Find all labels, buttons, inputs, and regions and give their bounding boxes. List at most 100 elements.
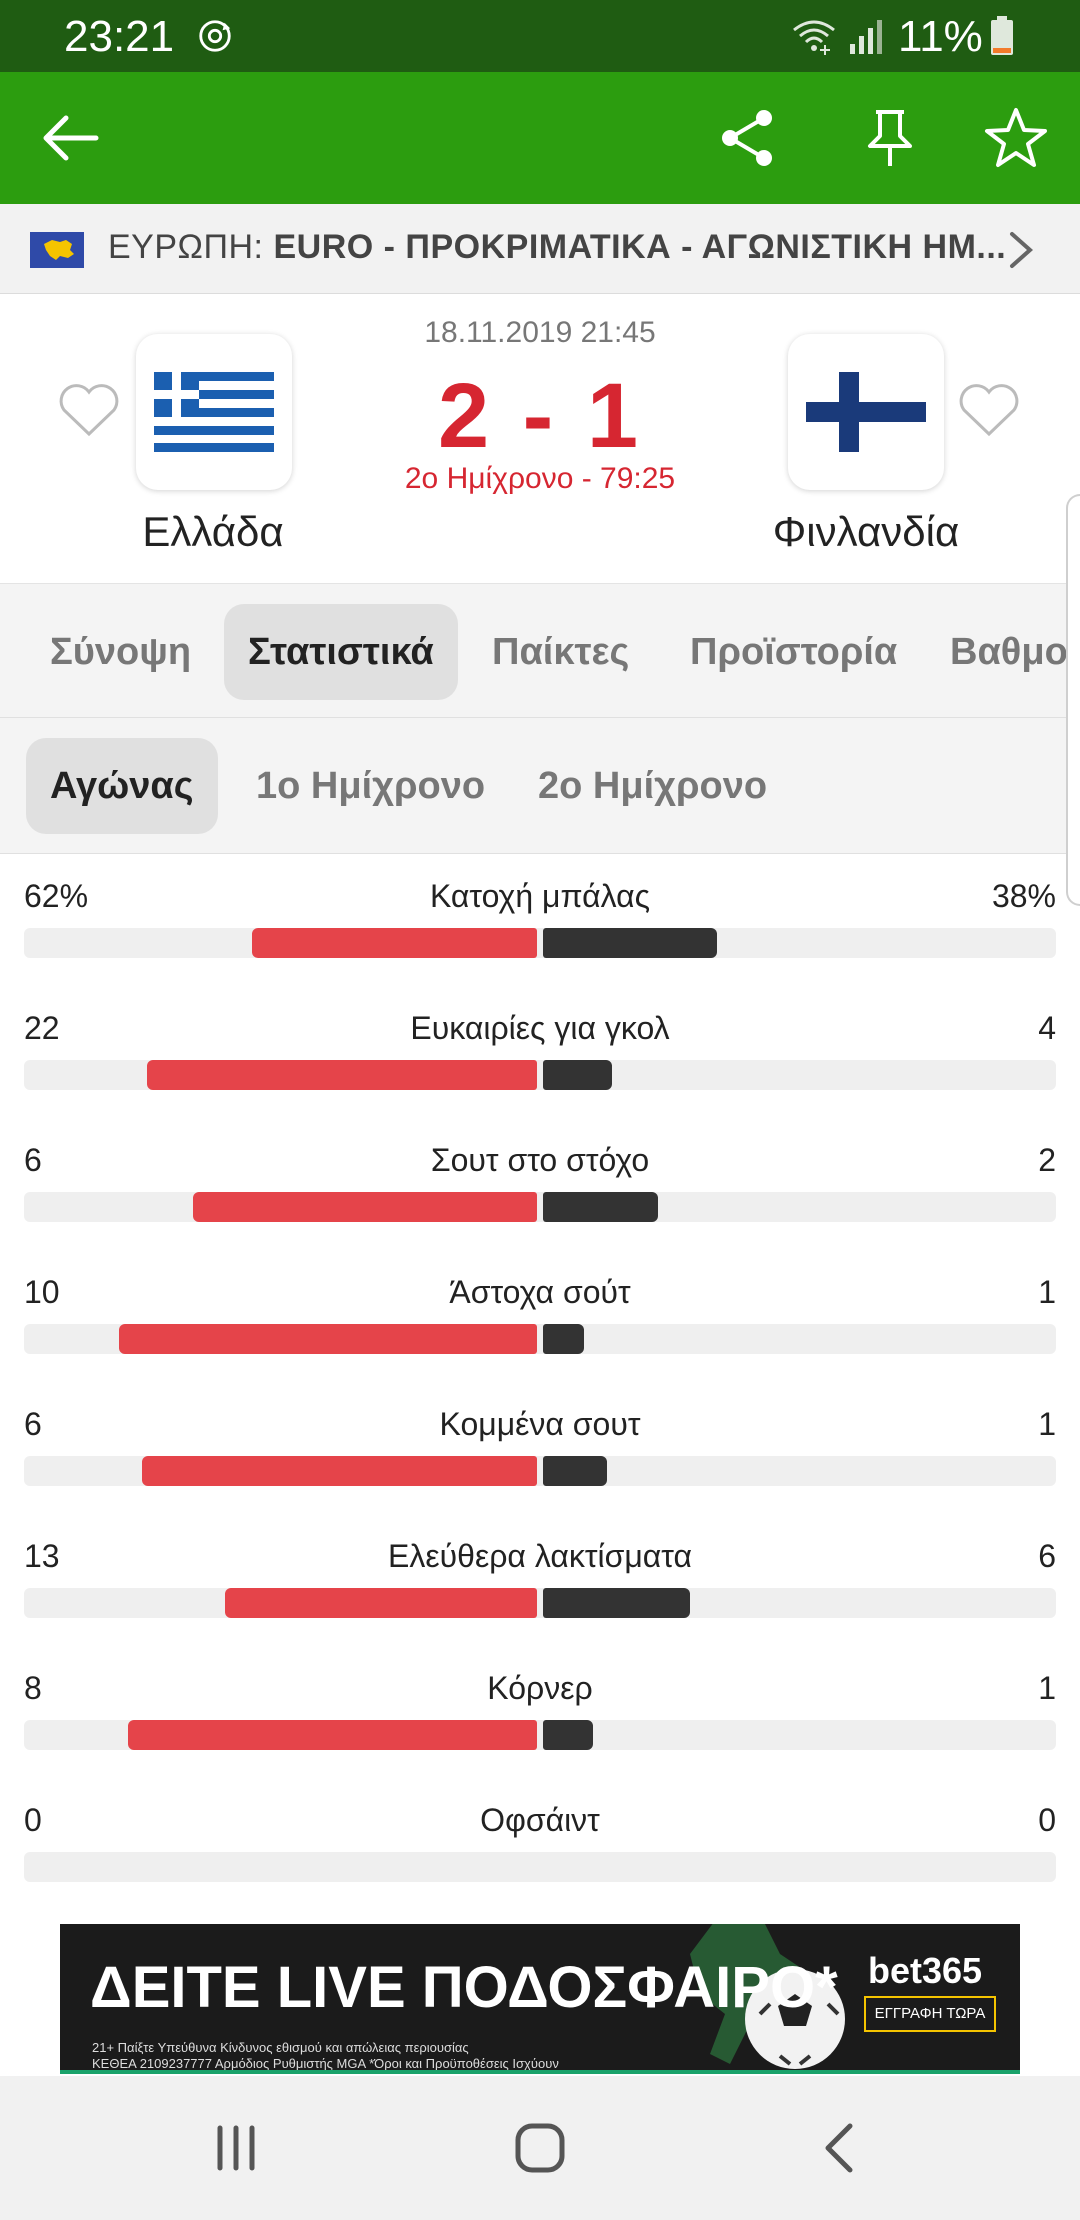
stat-home-value: 62%: [24, 878, 89, 914]
star-icon[interactable]: [984, 106, 1048, 170]
stat-bar-away: [543, 1060, 612, 1090]
battery-icon: [991, 16, 1013, 55]
chevron-right-icon: [1010, 232, 1034, 268]
home-team-flag[interactable]: [136, 334, 292, 490]
stat-bar-track: [24, 928, 1056, 958]
match-header: Ελλάδα 18.11.2019 21:45 2 - 1 2ο Ημίχρον…: [0, 294, 1080, 584]
stat-bar-away: [543, 1588, 690, 1618]
stat-label: Άστοχα σούτ: [449, 1274, 631, 1310]
stat-home-value: 10: [24, 1274, 60, 1310]
stat-label: Κόρνερ: [487, 1670, 593, 1706]
stat-row: 6 Σουτ στο στόχο 2: [0, 1118, 1080, 1250]
favorite-away-heart-icon[interactable]: [958, 382, 1020, 438]
signal-icon: [850, 20, 882, 54]
stat-bar-track: [24, 1852, 1056, 1882]
recent-apps-icon[interactable]: [208, 2120, 264, 2176]
stat-bar-track: [24, 1588, 1056, 1618]
ad-fine-print-2: ΚΕΘΕΑ 2109237777 Αρμόδιος Ρυθμιστής MGA …: [92, 2056, 559, 2071]
stat-label: Κομμένα σουτ: [439, 1406, 641, 1442]
stat-bar-away: [543, 1720, 593, 1750]
stat-home-value: 13: [24, 1538, 60, 1574]
stat-bar-away: [543, 928, 717, 958]
stat-row: 22 Ευκαιρίες για γκολ 4: [0, 986, 1080, 1118]
pin-icon[interactable]: [858, 106, 922, 170]
stat-bar-home: [252, 928, 537, 958]
stat-row: 10 Άστοχα σούτ 1: [0, 1250, 1080, 1382]
stat-away-value: 38%: [991, 878, 1056, 914]
home-team-name: Ελλάδα: [142, 508, 284, 555]
subtab-first-half[interactable]: 1ο Ημίχρονο: [232, 738, 509, 834]
stat-period-tabs: Αγώνας 1ο Ημίχρονο 2ο Ημίχρονο: [0, 718, 1080, 854]
sync-icon: [199, 20, 231, 52]
match-status: 2ο Ημίχρονο - 79:25: [404, 462, 676, 495]
europe-flag-icon: [30, 232, 84, 268]
stat-bar-home: [193, 1192, 537, 1222]
ad-brand-logo: bet365: [868, 1950, 983, 1991]
system-nav-bar: [0, 2076, 1080, 2220]
competition-name: EURO - ΠΡΟΚΡΙΜΑΤΙΚΑ - ΑΓΩΝΙΣΤΙΚΗ ΗΜ...: [273, 228, 1007, 266]
tab-standings[interactable]: Βαθμο: [926, 604, 1080, 700]
stat-away-value: 6: [1038, 1538, 1056, 1574]
match-tabs: Σύνοψη Στατιστικά Παίκτες Προϊστορία Βαθ…: [0, 584, 1080, 718]
back-arrow-icon[interactable]: [38, 106, 102, 170]
greece-flag-icon: [154, 372, 274, 452]
app-bar: [0, 72, 1080, 204]
stat-label: Ελεύθερα λακτίσματα: [388, 1538, 692, 1574]
stat-bar-home: [128, 1720, 537, 1750]
stat-home-value: 6: [24, 1406, 42, 1442]
stat-bar-away: [543, 1324, 584, 1354]
favorite-home-heart-icon[interactable]: [58, 382, 120, 438]
stats-list: 62% Κατοχή μπάλας 38% 22 Ευκαιρίες για γκολ 4…: [0, 854, 1080, 1904]
competition-region: ΕΥΡΩΠΗ:: [108, 228, 264, 266]
ad-fine-print-1: 21+ Παίξτε Υπεύθυνα Κίνδυνος εθισμού και…: [92, 2040, 469, 2055]
ad-headline: ΔΕΙΤΕ LIVE ΠΟΔΟΣΦΑΙΡΟ*: [90, 1955, 838, 2020]
subtab-match[interactable]: Αγώνας: [26, 738, 218, 834]
tab-history[interactable]: Προϊστορία: [666, 604, 921, 700]
stat-bar-home: [119, 1324, 537, 1354]
share-icon[interactable]: [716, 106, 780, 170]
stat-bar-away: [543, 1192, 658, 1222]
competition-bar[interactable]: ΕΥΡΩΠΗ: EURO - ΠΡΟΚΡΙΜΑΤΙΚΑ - ΑΓΩΝΙΣΤΙΚΗ…: [0, 204, 1080, 294]
stat-label: Σουτ στο στόχο: [430, 1142, 650, 1178]
stat-away-value: 1: [1038, 1406, 1056, 1442]
stat-label: Ευκαιρίες για γκολ: [410, 1010, 670, 1046]
stat-away-value: 4: [1038, 1010, 1056, 1046]
stat-bar-away: [543, 1456, 607, 1486]
away-team-name: Φινλανδία: [772, 508, 960, 555]
stat-bar-home: [225, 1588, 537, 1618]
tab-summary[interactable]: Σύνοψη: [26, 604, 215, 700]
stat-home-value: 0: [24, 1802, 42, 1838]
status-time: 23:21: [64, 12, 175, 61]
home-icon[interactable]: [512, 2120, 568, 2176]
stat-row: 62% Κατοχή μπάλας 38%: [0, 854, 1080, 986]
back-icon[interactable]: [814, 2120, 870, 2176]
competition-label: ΕΥΡΩΠΗ: EURO - ΠΡΟΚΡΙΜΑΤΙΚΑ - ΑΓΩΝΙΣΤΙΚΗ…: [108, 228, 1006, 267]
stat-home-value: 22: [24, 1010, 60, 1046]
finland-flag-icon: [806, 372, 926, 452]
match-datetime: 18.11.2019 21:45: [424, 316, 656, 349]
stat-row: 6 Κομμένα σουτ 1: [0, 1382, 1080, 1514]
stat-bar-home: [147, 1060, 537, 1090]
away-team-flag[interactable]: [788, 334, 944, 490]
stat-home-value: 6: [24, 1142, 42, 1178]
stat-away-value: 1: [1038, 1274, 1056, 1310]
tab-players[interactable]: Παίκτες: [468, 604, 653, 700]
subtab-second-half[interactable]: 2ο Ημίχρονο: [514, 738, 791, 834]
stat-away-value: 2: [1038, 1142, 1056, 1178]
stat-home-value: 8: [24, 1670, 42, 1706]
stat-row: 8 Κόρνερ 1: [0, 1646, 1080, 1778]
battery-percent: 11%: [898, 12, 983, 61]
stat-bar-track: [24, 1192, 1056, 1222]
stat-away-value: 1: [1038, 1670, 1056, 1706]
stat-away-value: 0: [1038, 1802, 1056, 1838]
tab-statistics[interactable]: Στατιστικά: [224, 604, 458, 700]
stat-label: Κατοχή μπάλας: [429, 878, 651, 914]
edge-panel-handle[interactable]: [1066, 494, 1080, 906]
ad-banner[interactable]: ΔΕΙΤΕ LIVE ΠΟΔΟΣΦΑΙΡΟ* 21+ Παίξτε Υπεύθυ…: [60, 1924, 1020, 2074]
ad-cta-button[interactable]: ΕΓΓΡΑΦΗ ΤΩΡΑ: [864, 1996, 996, 2032]
stat-label: Οφσάιντ: [480, 1802, 600, 1838]
wifi-icon: [793, 20, 835, 55]
status-bar: 23:21 11%: [0, 0, 1080, 72]
stat-row: 0 Οφσάιντ 0: [0, 1778, 1080, 1910]
stat-row: 13 Ελεύθερα λακτίσματα 6: [0, 1514, 1080, 1646]
